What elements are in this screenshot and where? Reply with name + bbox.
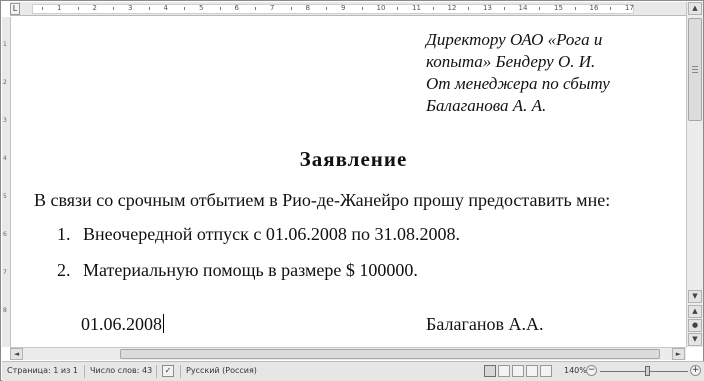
vertical-ruler-number: 5 <box>3 193 7 200</box>
ruler-tick <box>468 7 470 10</box>
status-separator <box>84 365 85 378</box>
list-number: 2. <box>57 260 71 280</box>
list-item-text: Материальную помощь в размере $ 100000. <box>83 260 418 280</box>
ruler-number: 2 <box>92 4 97 12</box>
ruler-tick <box>255 7 257 10</box>
addressee-line: Балаганова А. А. <box>426 96 547 115</box>
select-browse-object-button[interactable]: ● <box>688 319 702 332</box>
full-screen-reading-icon[interactable] <box>498 365 510 377</box>
ruler-tick <box>113 7 115 10</box>
ruler-tick <box>42 7 44 10</box>
document-title: Заявление <box>299 147 408 171</box>
tab-selector-icon[interactable]: L <box>10 3 20 15</box>
vertical-ruler-number: 8 <box>3 307 7 314</box>
ruler-number: 12 <box>447 4 457 12</box>
vertical-ruler[interactable]: 1 2 3 4 5 6 7 8 <box>2 17 11 347</box>
zoom-in-button[interactable]: + <box>690 365 701 376</box>
ruler-text-area <box>32 4 634 14</box>
ruler-tick <box>539 7 541 10</box>
ruler-number: 10 <box>376 4 386 12</box>
date-text: 01.06.2008 <box>81 314 162 334</box>
text-cursor <box>163 314 164 333</box>
ruler-number: 7 <box>270 4 275 12</box>
language-indicator[interactable]: Русский (Россия) <box>186 366 257 375</box>
ruler-number: 15 <box>554 4 563 12</box>
ruler-number: 4 <box>163 4 168 12</box>
zoom-out-button[interactable]: − <box>586 365 597 376</box>
ruler-tick <box>574 7 576 10</box>
zoom-slider-track[interactable] <box>600 371 688 372</box>
ruler-number: 3 <box>128 4 133 12</box>
outline-icon[interactable] <box>526 365 538 377</box>
status-separator <box>156 365 157 378</box>
ruler-tick <box>219 7 221 10</box>
ruler-number: 1 <box>57 4 62 12</box>
ruler-tick <box>290 7 292 10</box>
ruler-number: 13 <box>483 4 492 12</box>
ruler-number: 16 <box>589 4 599 12</box>
vertical-ruler-number: 3 <box>3 117 7 124</box>
addressee-block: Директору ОАО «Рога и копыта» Бендеру О.… <box>426 29 656 117</box>
ruler-number: 9 <box>341 4 346 12</box>
grip-line <box>692 66 698 67</box>
next-page-button[interactable]: ▼ <box>688 333 702 346</box>
ruler-tick <box>184 7 186 10</box>
document-date: 01.06.2008 <box>81 314 164 335</box>
addressee-line: От менеджера по сбыту <box>426 74 610 93</box>
vertical-ruler-number: 7 <box>3 269 7 276</box>
word-window: L 1 2 3 4 5 6 7 8 9 10 11 12 13 14 15 16 17 12345678 Дир… <box>0 0 704 381</box>
vertical-ruler-number: 1 <box>3 41 7 48</box>
spelling-check-icon[interactable]: ✓ <box>162 365 174 377</box>
ruler-tick <box>432 7 434 10</box>
list-item-text: Внеочередной отпуск с 01.06.2008 по 31.0… <box>83 224 460 244</box>
status-separator <box>180 365 181 378</box>
vertical-scroll-thumb[interactable] <box>688 18 702 121</box>
grip-line <box>692 69 698 70</box>
print-layout-icon[interactable] <box>484 365 496 377</box>
ruler-tick <box>148 7 150 10</box>
addressee-line: Директору ОАО «Рога и <box>426 30 603 49</box>
horizontal-ruler[interactable]: L 1 2 3 4 5 6 7 8 9 10 11 12 13 14 15 16 17 <box>10 2 686 16</box>
scroll-left-button[interactable]: ◄ <box>10 348 23 360</box>
vertical-ruler-number: 4 <box>3 155 7 162</box>
web-layout-icon[interactable] <box>512 365 524 377</box>
addressee-line: копыта» Бендеру О. И. <box>426 52 596 71</box>
vertical-ruler-number: 6 <box>3 231 7 238</box>
ruler-tick <box>326 7 328 10</box>
ruler-tick <box>77 7 79 10</box>
list-item: 1. Внеочередной отпуск с 01.06.2008 по 31… <box>57 224 460 245</box>
ruler-number: 17 <box>625 4 634 12</box>
scroll-up-button[interactable]: ▲ <box>688 2 702 15</box>
scroll-right-button[interactable]: ► <box>672 348 685 360</box>
horizontal-scroll-thumb[interactable] <box>120 349 660 359</box>
vertical-ruler-number: 2 <box>3 79 7 86</box>
list-number: 1. <box>57 224 71 244</box>
word-count[interactable]: Число слов: 43 <box>90 366 152 375</box>
ruler-number: 6 <box>234 4 239 12</box>
ruler-tick <box>361 7 363 10</box>
ruler-tick <box>503 7 505 10</box>
page-indicator[interactable]: Страница: 1 из 1 <box>7 366 78 375</box>
horizontal-scrollbar[interactable]: ◄ ► <box>10 347 686 360</box>
grip-line <box>692 72 698 73</box>
ruler-number: 11 <box>412 4 421 12</box>
scroll-down-button[interactable]: ▼ <box>688 290 702 303</box>
previous-page-button[interactable]: ▲ <box>688 305 702 318</box>
zoom-slider-thumb[interactable] <box>645 366 651 376</box>
intro-paragraph: В связи со срочным отбытием в Рио-де-Жан… <box>34 190 611 210</box>
ruler-number: 14 <box>518 4 528 12</box>
ruler-tick <box>397 7 399 10</box>
document-page[interactable]: Директору ОАО «Рога и копыта» Бендеру О.… <box>21 17 686 347</box>
list-item: 2. Материальную помощь в размере $ 100000… <box>57 260 418 281</box>
ruler-number: 8 <box>305 4 310 12</box>
ruler-number: 5 <box>199 4 204 12</box>
ruler-tick <box>610 7 612 10</box>
vertical-scrollbar[interactable]: ▲ ▼ ▲ ● ▼ <box>686 2 703 347</box>
zoom-level[interactable]: 140% <box>564 366 587 375</box>
signer-name: Балаганов А.А. <box>426 314 544 334</box>
draft-icon[interactable] <box>540 365 552 377</box>
status-bar: Страница: 1 из 1 Число слов: 43 ✓ Русски… <box>2 361 704 381</box>
